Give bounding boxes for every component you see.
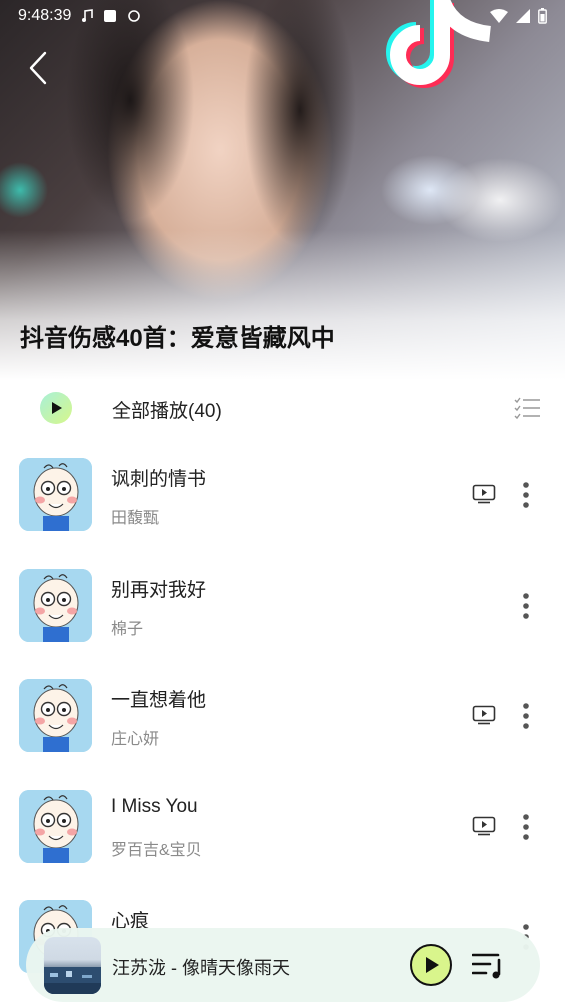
song-title: I Miss You (111, 796, 198, 817)
image-icon (104, 10, 117, 22)
more-options-button[interactable] (514, 701, 538, 731)
checklist-icon[interactable] (513, 396, 541, 420)
song-artist: 田馥甄 (111, 510, 160, 527)
playlist-icon[interactable] (472, 950, 504, 980)
song-title: 一直想着他 (111, 690, 207, 711)
mini-player-cover[interactable] (44, 937, 101, 994)
cartoon-avatar-icon (19, 790, 92, 863)
cover-photo-shape (60, 0, 200, 280)
play-all-button[interactable] (40, 392, 72, 424)
mv-video-icon[interactable] (472, 816, 496, 836)
play-all-row[interactable]: 全部播放(40) (0, 380, 565, 436)
mv-video-icon[interactable] (472, 484, 496, 504)
song-row[interactable]: 讽刺的情书 田馥甄 (0, 458, 565, 568)
notification-icons (81, 9, 141, 23)
song-title: 讽刺的情书 (111, 469, 207, 490)
more-vertical-icon (523, 593, 529, 619)
song-row[interactable]: 一直想着他 庄心妍 (0, 679, 565, 789)
status-bar: 9:48:39 (0, 0, 565, 32)
song-cover (19, 569, 92, 642)
system-status-icons (490, 8, 547, 24)
song-artist: 罗百吉&宝贝 (111, 842, 202, 859)
more-options-button[interactable] (514, 812, 538, 842)
song-row[interactable]: 别再对我好 棉子 (0, 569, 565, 679)
mini-play-button[interactable] (410, 944, 452, 986)
music-note-icon (82, 9, 94, 22)
signal-icon (516, 9, 530, 23)
mv-video-icon[interactable] (472, 705, 496, 725)
cover-photo-shape (240, 0, 380, 300)
play-icon (426, 957, 439, 973)
cartoon-avatar-icon (19, 458, 92, 531)
back-button[interactable] (18, 46, 58, 90)
more-vertical-icon (523, 703, 529, 729)
wifi-icon (490, 9, 508, 23)
song-row[interactable]: I Miss You 罗百吉&宝贝 (0, 790, 565, 900)
cartoon-avatar-icon (19, 569, 92, 642)
sync-icon (128, 10, 141, 22)
song-cover (19, 458, 92, 531)
more-options-button[interactable] (514, 480, 538, 510)
song-cover (19, 790, 92, 863)
playlist-title: 抖音伤感40首：爱意皆藏风中 (20, 325, 335, 352)
battery-icon (538, 8, 547, 24)
mini-player[interactable]: 汪苏泷 - 像晴天像雨天 (26, 928, 540, 1002)
more-vertical-icon (523, 482, 529, 508)
more-options-button[interactable] (514, 591, 538, 621)
more-vertical-icon (523, 814, 529, 840)
chevron-left-icon (29, 51, 47, 85)
song-cover (19, 679, 92, 752)
cartoon-avatar-icon (19, 679, 92, 752)
song-artist: 棉子 (111, 621, 144, 638)
album-art-icon (44, 967, 101, 994)
play-all-label: 全部播放(40) (112, 401, 222, 422)
status-time: 9:48:39 (18, 7, 72, 24)
song-title: 别再对我好 (111, 580, 207, 601)
now-playing-text: 汪苏泷 - 像晴天像雨天 (112, 958, 290, 978)
play-icon (52, 402, 62, 414)
song-artist: 庄心妍 (111, 731, 160, 748)
